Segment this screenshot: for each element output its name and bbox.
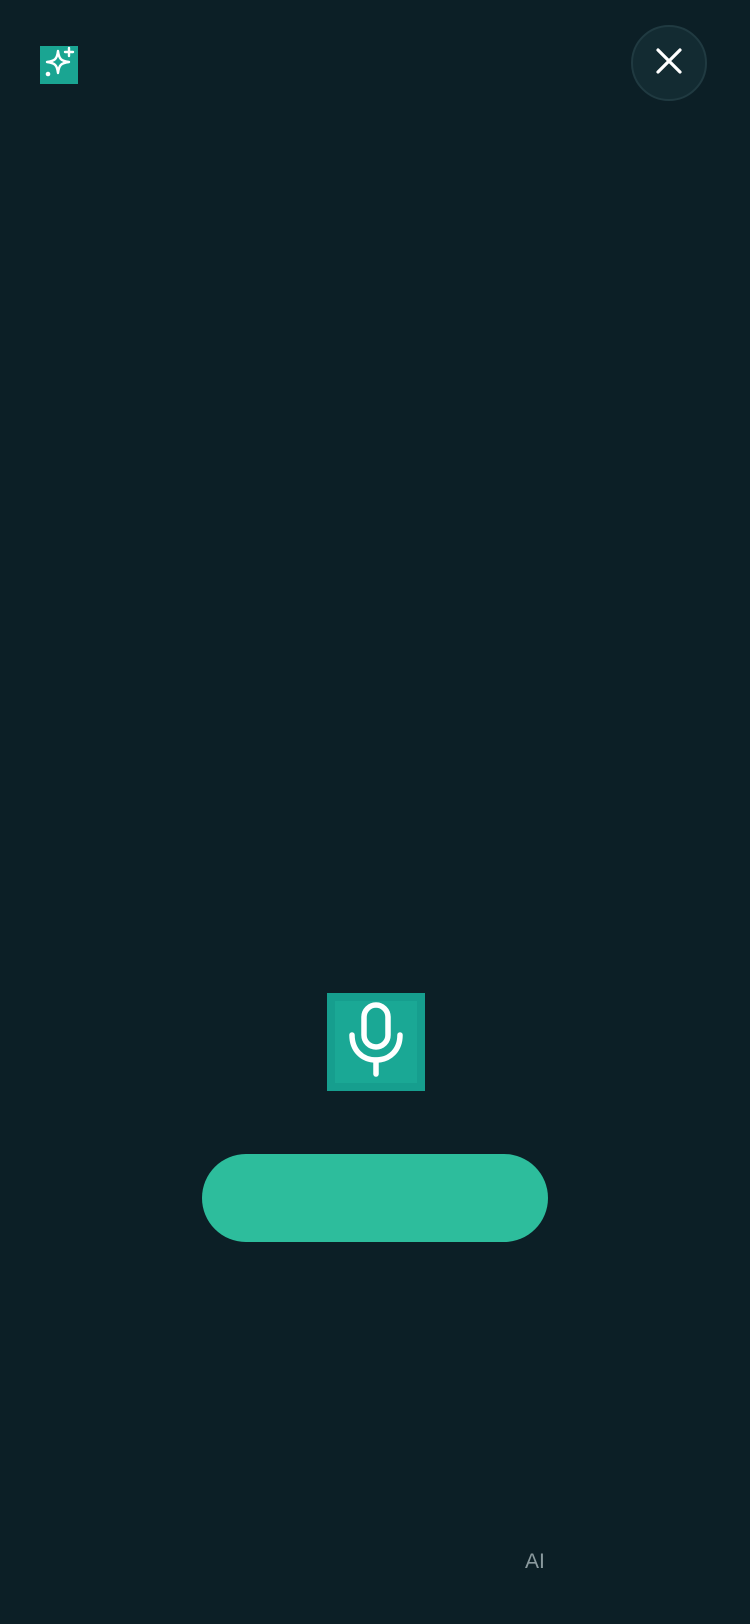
- microphone-button-inner: [335, 1001, 417, 1083]
- sparkles-icon: [42, 46, 76, 85]
- app-logo: [40, 46, 78, 84]
- voice-action-pill-button[interactable]: [202, 1154, 548, 1242]
- ai-label: AI: [525, 1550, 545, 1573]
- close-button[interactable]: [631, 25, 707, 101]
- microphone-icon: [347, 1001, 405, 1083]
- microphone-button[interactable]: [327, 993, 425, 1091]
- close-icon: [655, 47, 683, 80]
